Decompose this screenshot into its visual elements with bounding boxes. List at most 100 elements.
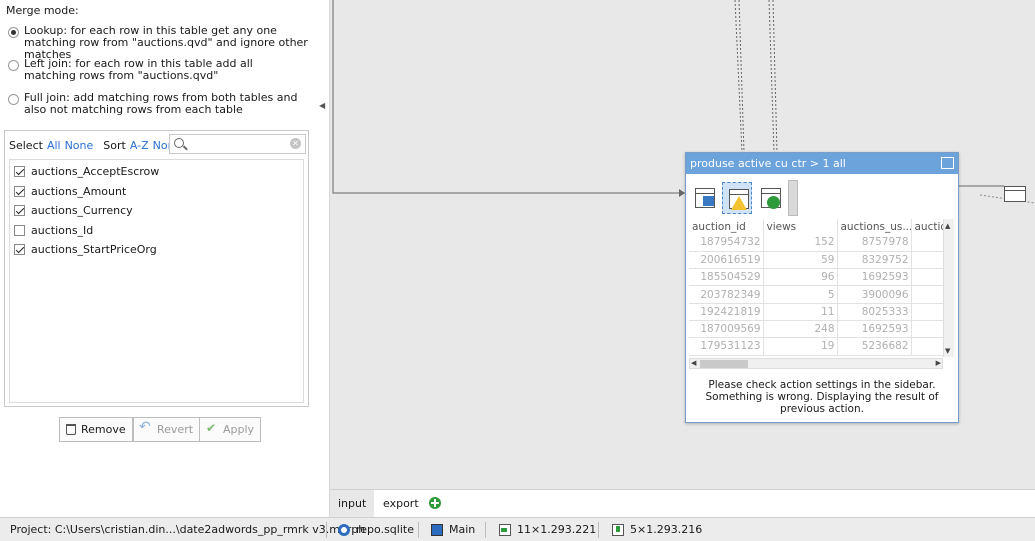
warning-icon — [731, 196, 747, 210]
flow-icon — [431, 524, 443, 536]
search-icon — [174, 138, 184, 148]
table-cell: 3900096 — [837, 285, 912, 304]
divider — [418, 522, 419, 538]
node-title-bar[interactable]: produse active cu ctr > 1 all — [686, 153, 958, 174]
toolbar-scroll[interactable] — [788, 180, 798, 216]
tab-export[interactable]: export — [375, 490, 427, 517]
divider — [598, 522, 599, 538]
flow-status[interactable]: Main — [431, 518, 475, 541]
table-cell: 179531123 — [689, 337, 764, 356]
table-cell: 192421819 — [689, 303, 764, 321]
radio-left-join[interactable]: Left join: for each row in this table ad… — [8, 58, 308, 82]
scroll-right-icon[interactable]: ▶ — [936, 359, 941, 367]
add-tab-icon[interactable] — [429, 497, 441, 509]
table-node-icon[interactable] — [1004, 186, 1026, 202]
column-header[interactable]: auctions_us... — [837, 219, 912, 234]
scroll-down-icon[interactable]: ▼ — [945, 347, 950, 355]
table-cell: 8329752 — [837, 251, 912, 270]
select-all-link[interactable]: All — [47, 139, 61, 152]
output-dimensions: 5×1.293.216 — [612, 518, 702, 541]
apply-button[interactable]: Apply — [199, 417, 262, 442]
table-row: 179531123 19 5236682 — [689, 337, 944, 356]
tab-input[interactable]: input — [330, 490, 375, 517]
field-panel-header: Select All None Sort A-Z None — [9, 139, 181, 152]
radio-button[interactable] — [8, 27, 19, 38]
action-merge[interactable] — [722, 182, 752, 214]
table-row: 200616519 59 8329752 — [689, 251, 944, 270]
table-row: 192421819 11 8025333 — [689, 303, 944, 321]
column-header[interactable]: auction_id — [689, 219, 764, 234]
radio-button[interactable] — [8, 94, 19, 105]
radio-full-join[interactable]: Full join: add matching rows from both t… — [8, 92, 308, 116]
scroll-up-icon[interactable]: ▲ — [945, 222, 950, 230]
sort-az-link[interactable]: A-Z — [130, 139, 149, 152]
radio-left-join-label: Left join: for each row in this table ad… — [24, 57, 253, 82]
field-item[interactable]: auctions_Amount — [10, 182, 303, 202]
radio-button[interactable] — [8, 60, 19, 71]
revert-button[interactable]: Revert — [133, 417, 201, 442]
field-label: auctions_AcceptEscrow — [31, 165, 160, 179]
table-row: 185504529 96 1692593 — [689, 268, 944, 287]
table-cell: 5236682 — [837, 337, 912, 356]
table-cell — [911, 234, 944, 252]
field-label: auctions_Amount — [31, 184, 127, 198]
table-output-icon — [612, 524, 624, 536]
field-checkbox[interactable] — [14, 244, 25, 256]
table-cell: 1692593 — [837, 320, 912, 339]
table-cell: 5 — [763, 285, 838, 304]
field-item[interactable]: auctions_Currency — [10, 201, 303, 221]
table-row: 187954732 152 8757978 — [689, 234, 944, 252]
table-cell: 19 — [763, 337, 838, 356]
field-item[interactable]: auctions_AcceptEscrow — [10, 162, 303, 182]
field-checkbox[interactable] — [14, 185, 25, 197]
column-header[interactable]: auctio — [911, 219, 944, 234]
field-label: auctions_Id — [31, 223, 94, 237]
sort-label: Sort — [103, 139, 126, 152]
clear-search-icon[interactable]: ✕ — [290, 138, 301, 149]
table-cell: 1692593 — [837, 268, 912, 287]
maximize-icon[interactable] — [941, 157, 954, 169]
flow-canvas[interactable]: produse active cu ctr > 1 all auction_id… — [330, 0, 1035, 489]
project-path: Project: C:\Users\cristian.din...\date2a… — [10, 523, 366, 536]
table-row: 203782349 5 3900096 — [689, 285, 944, 304]
trash-icon — [66, 424, 76, 435]
revert-button-label: Revert — [157, 423, 194, 436]
table-cell: 248 — [763, 320, 838, 339]
select-label: Select — [9, 139, 43, 152]
scrollbar-thumb[interactable] — [700, 360, 748, 368]
select-none-link[interactable]: None — [65, 139, 94, 152]
remove-button[interactable]: Remove — [59, 417, 133, 442]
table-cell: 8025333 — [837, 303, 912, 321]
sidebar: Merge mode: Lookup: for each row in this… — [0, 0, 330, 517]
link-arrow-icon — [703, 196, 714, 206]
collapse-sidebar-icon[interactable]: ◀ — [319, 101, 325, 110]
field-checkbox[interactable] — [14, 224, 25, 236]
column-header[interactable]: views — [763, 219, 838, 234]
vertical-scrollbar[interactable]: ▲ ▼ — [943, 219, 954, 357]
field-checkbox[interactable] — [14, 205, 25, 217]
action-run[interactable] — [755, 182, 785, 214]
table-cell — [911, 320, 944, 339]
field-label: auctions_Currency — [31, 204, 133, 218]
field-list: auctions_AcceptEscrow auctions_Amount au… — [9, 159, 304, 403]
field-search[interactable]: ✕ — [169, 134, 306, 154]
field-label: auctions_StartPriceOrg — [31, 243, 157, 257]
table-node[interactable]: produse active cu ctr > 1 all auction_id… — [685, 152, 959, 423]
field-checkbox[interactable] — [14, 166, 25, 178]
table-cell: 8757978 — [837, 234, 912, 252]
field-search-input[interactable] — [190, 136, 288, 152]
horizontal-scrollbar[interactable]: ◀ ▶ — [689, 358, 943, 369]
table-input-icon — [499, 524, 511, 536]
divider — [326, 522, 327, 538]
table-cell: 96 — [763, 268, 838, 287]
input-dimensions: 11×1.293.221 — [499, 518, 596, 541]
action-import[interactable] — [689, 182, 719, 214]
repo-status[interactable]: repo.sqlite — [338, 518, 414, 541]
scroll-left-icon[interactable]: ◀ — [691, 359, 696, 367]
radio-lookup-label: Lookup: for each row in this table get a… — [24, 24, 308, 61]
radio-lookup[interactable]: Lookup: for each row in this table get a… — [8, 25, 308, 61]
undo-icon — [139, 419, 152, 436]
field-item[interactable]: auctions_Id — [10, 221, 303, 241]
field-item[interactable]: auctions_StartPriceOrg — [10, 240, 303, 260]
table-cell — [911, 251, 944, 270]
